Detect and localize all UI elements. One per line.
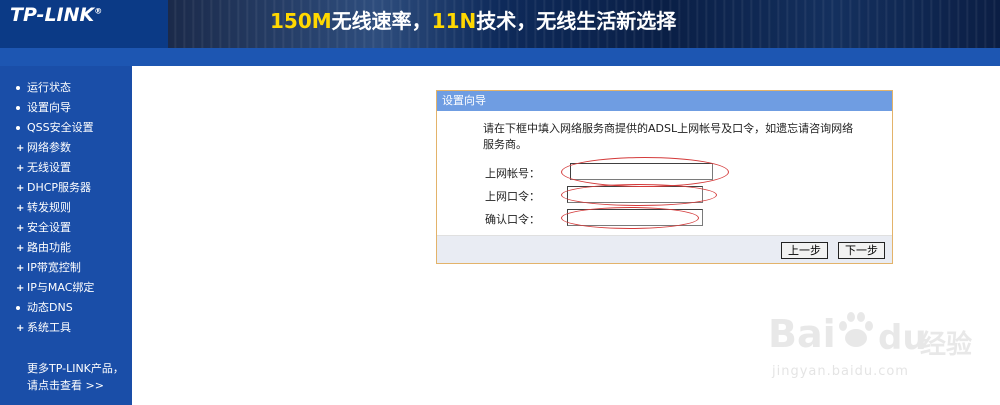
bullet-icon (16, 106, 20, 110)
sidebar-item-label[interactable]: 运行状态 (27, 81, 71, 94)
setup-wizard-panel: 设置向导 请在下框中填入网络服务商提供的ADSL上网帐号及口令，如遗忘请咨询网络… (436, 90, 893, 264)
account-label: 上网帐号： (485, 167, 540, 180)
sidebar: 运行状态 设置向导 QSS安全设置 + 网络参数 + 无线设置 + DHCP服务器 + 转发规则 + 安… (0, 66, 132, 405)
sidebar-item-label[interactable]: 动态DNS (27, 301, 73, 314)
expand-plus-icon: + (16, 203, 25, 214)
sidebar-item-label[interactable]: 网络参数 (27, 141, 71, 154)
watermark-url: jingyan.baidu.com (772, 364, 909, 379)
bullet-icon (16, 126, 20, 130)
sidebar-item[interactable]: + 转发规则 (0, 198, 132, 218)
more-products-link[interactable]: 更多TP-LINK产品， 请点击查看 >> (27, 360, 124, 394)
banner-slogan: 150M无线速率，11N技术，无线生活新选择 (270, 5, 676, 34)
sidebar-item[interactable]: + 系统工具 (0, 318, 132, 338)
watermark-suffix: 经验 (920, 330, 973, 360)
expand-plus-icon: + (16, 243, 25, 254)
sidebar-item-label[interactable]: DHCP服务器 (27, 181, 91, 194)
wizard-title: 设置向导 (437, 91, 892, 111)
banner-speed-text: 无线速率， (331, 9, 432, 33)
baidu-jingyan-watermark: Bai du 经验 jingyan.baidu.com (760, 300, 1000, 405)
wizard-footer: 上一步 下一步 (437, 235, 892, 263)
expand-plus-icon: + (16, 163, 25, 174)
banner: 150M无线速率，11N技术，无线生活新选择 (168, 0, 1000, 48)
wizard-body: 请在下框中填入网络服务商提供的ADSL上网帐号及口令，如遗忘请咨询网络服务商。 … (437, 111, 892, 235)
sidebar-item-label[interactable]: QSS安全设置 (27, 121, 94, 134)
more-products-line1[interactable]: 更多TP-LINK产品， (27, 360, 124, 377)
bullet-icon (16, 86, 20, 90)
logo-area: TP-LINK® (0, 0, 168, 48)
next-button[interactable]: 下一步 (838, 242, 885, 259)
sidebar-item-label[interactable]: 路由功能 (27, 241, 71, 254)
router-admin-page: TP-LINK® 150M无线速率，11N技术，无线生活新选择 运行状态设置向导… (0, 0, 1000, 405)
sidebar-item[interactable]: 动态DNS (0, 298, 132, 318)
sidebar-item-label[interactable]: 安全设置 (27, 221, 71, 234)
confirm-password-input[interactable] (567, 209, 703, 226)
confirm-label: 确认口令： (485, 213, 540, 226)
expand-plus-icon: + (16, 183, 25, 194)
sidebar-item[interactable]: + IP与MAC绑定 (0, 278, 132, 298)
sidebar-item-label[interactable]: 无线设置 (27, 161, 71, 174)
wizard-instructions: 请在下框中填入网络服务商提供的ADSL上网帐号及口令，如遗忘请咨询网络服务商。 (483, 122, 854, 151)
sidebar-item[interactable]: + 路由功能 (0, 238, 132, 258)
sidebar-item[interactable]: 设置向导 (0, 98, 132, 118)
registered-mark: ® (94, 6, 103, 16)
expand-plus-icon: + (16, 323, 25, 334)
sidebar-item[interactable]: QSS安全设置 (0, 118, 132, 138)
header-subbar (0, 48, 1000, 66)
sidebar-item[interactable]: + 网络参数 (0, 138, 132, 158)
banner-tagline: 技术，无线生活新选择 (476, 9, 677, 33)
account-input[interactable] (570, 163, 713, 180)
password-input[interactable] (567, 186, 703, 203)
expand-plus-icon: + (16, 223, 25, 234)
logo-text: TP-LINK (10, 4, 95, 26)
tplink-logo: TP-LINK® (10, 4, 102, 26)
sidebar-item[interactable]: + 无线设置 (0, 158, 132, 178)
sidebar-item[interactable]: + IP带宽控制 (0, 258, 132, 278)
sidebar-item[interactable]: + 安全设置 (0, 218, 132, 238)
expand-plus-icon: + (16, 263, 25, 274)
sidebar-item-label[interactable]: 转发规则 (27, 201, 71, 214)
sidebar-item-label[interactable]: 系统工具 (27, 321, 71, 334)
sidebar-item[interactable]: + DHCP服务器 (0, 178, 132, 198)
expand-plus-icon: + (16, 143, 25, 154)
sidebar-item-label[interactable]: IP与MAC绑定 (27, 281, 94, 294)
prev-button[interactable]: 上一步 (781, 242, 828, 259)
sidebar-item[interactable]: 运行状态 (0, 78, 132, 98)
expand-plus-icon: + (16, 283, 25, 294)
more-products-line2[interactable]: 请点击查看 >> (27, 377, 124, 394)
sidebar-menu: 运行状态 设置向导 QSS安全设置 + 网络参数 + 无线设置 + DHCP服务器 + 转发规则 + 安… (0, 78, 132, 338)
bullet-icon (16, 306, 20, 310)
paw-icon (839, 312, 873, 347)
header: TP-LINK® 150M无线速率，11N技术，无线生活新选择 (0, 0, 1000, 48)
sidebar-item-label[interactable]: IP带宽控制 (27, 261, 81, 274)
banner-standard: 11N (431, 9, 477, 33)
sidebar-item-label[interactable]: 设置向导 (27, 101, 71, 114)
banner-speed: 150M (270, 9, 332, 33)
password-label: 上网口令： (485, 190, 540, 203)
watermark-brand: Bai (768, 312, 836, 356)
